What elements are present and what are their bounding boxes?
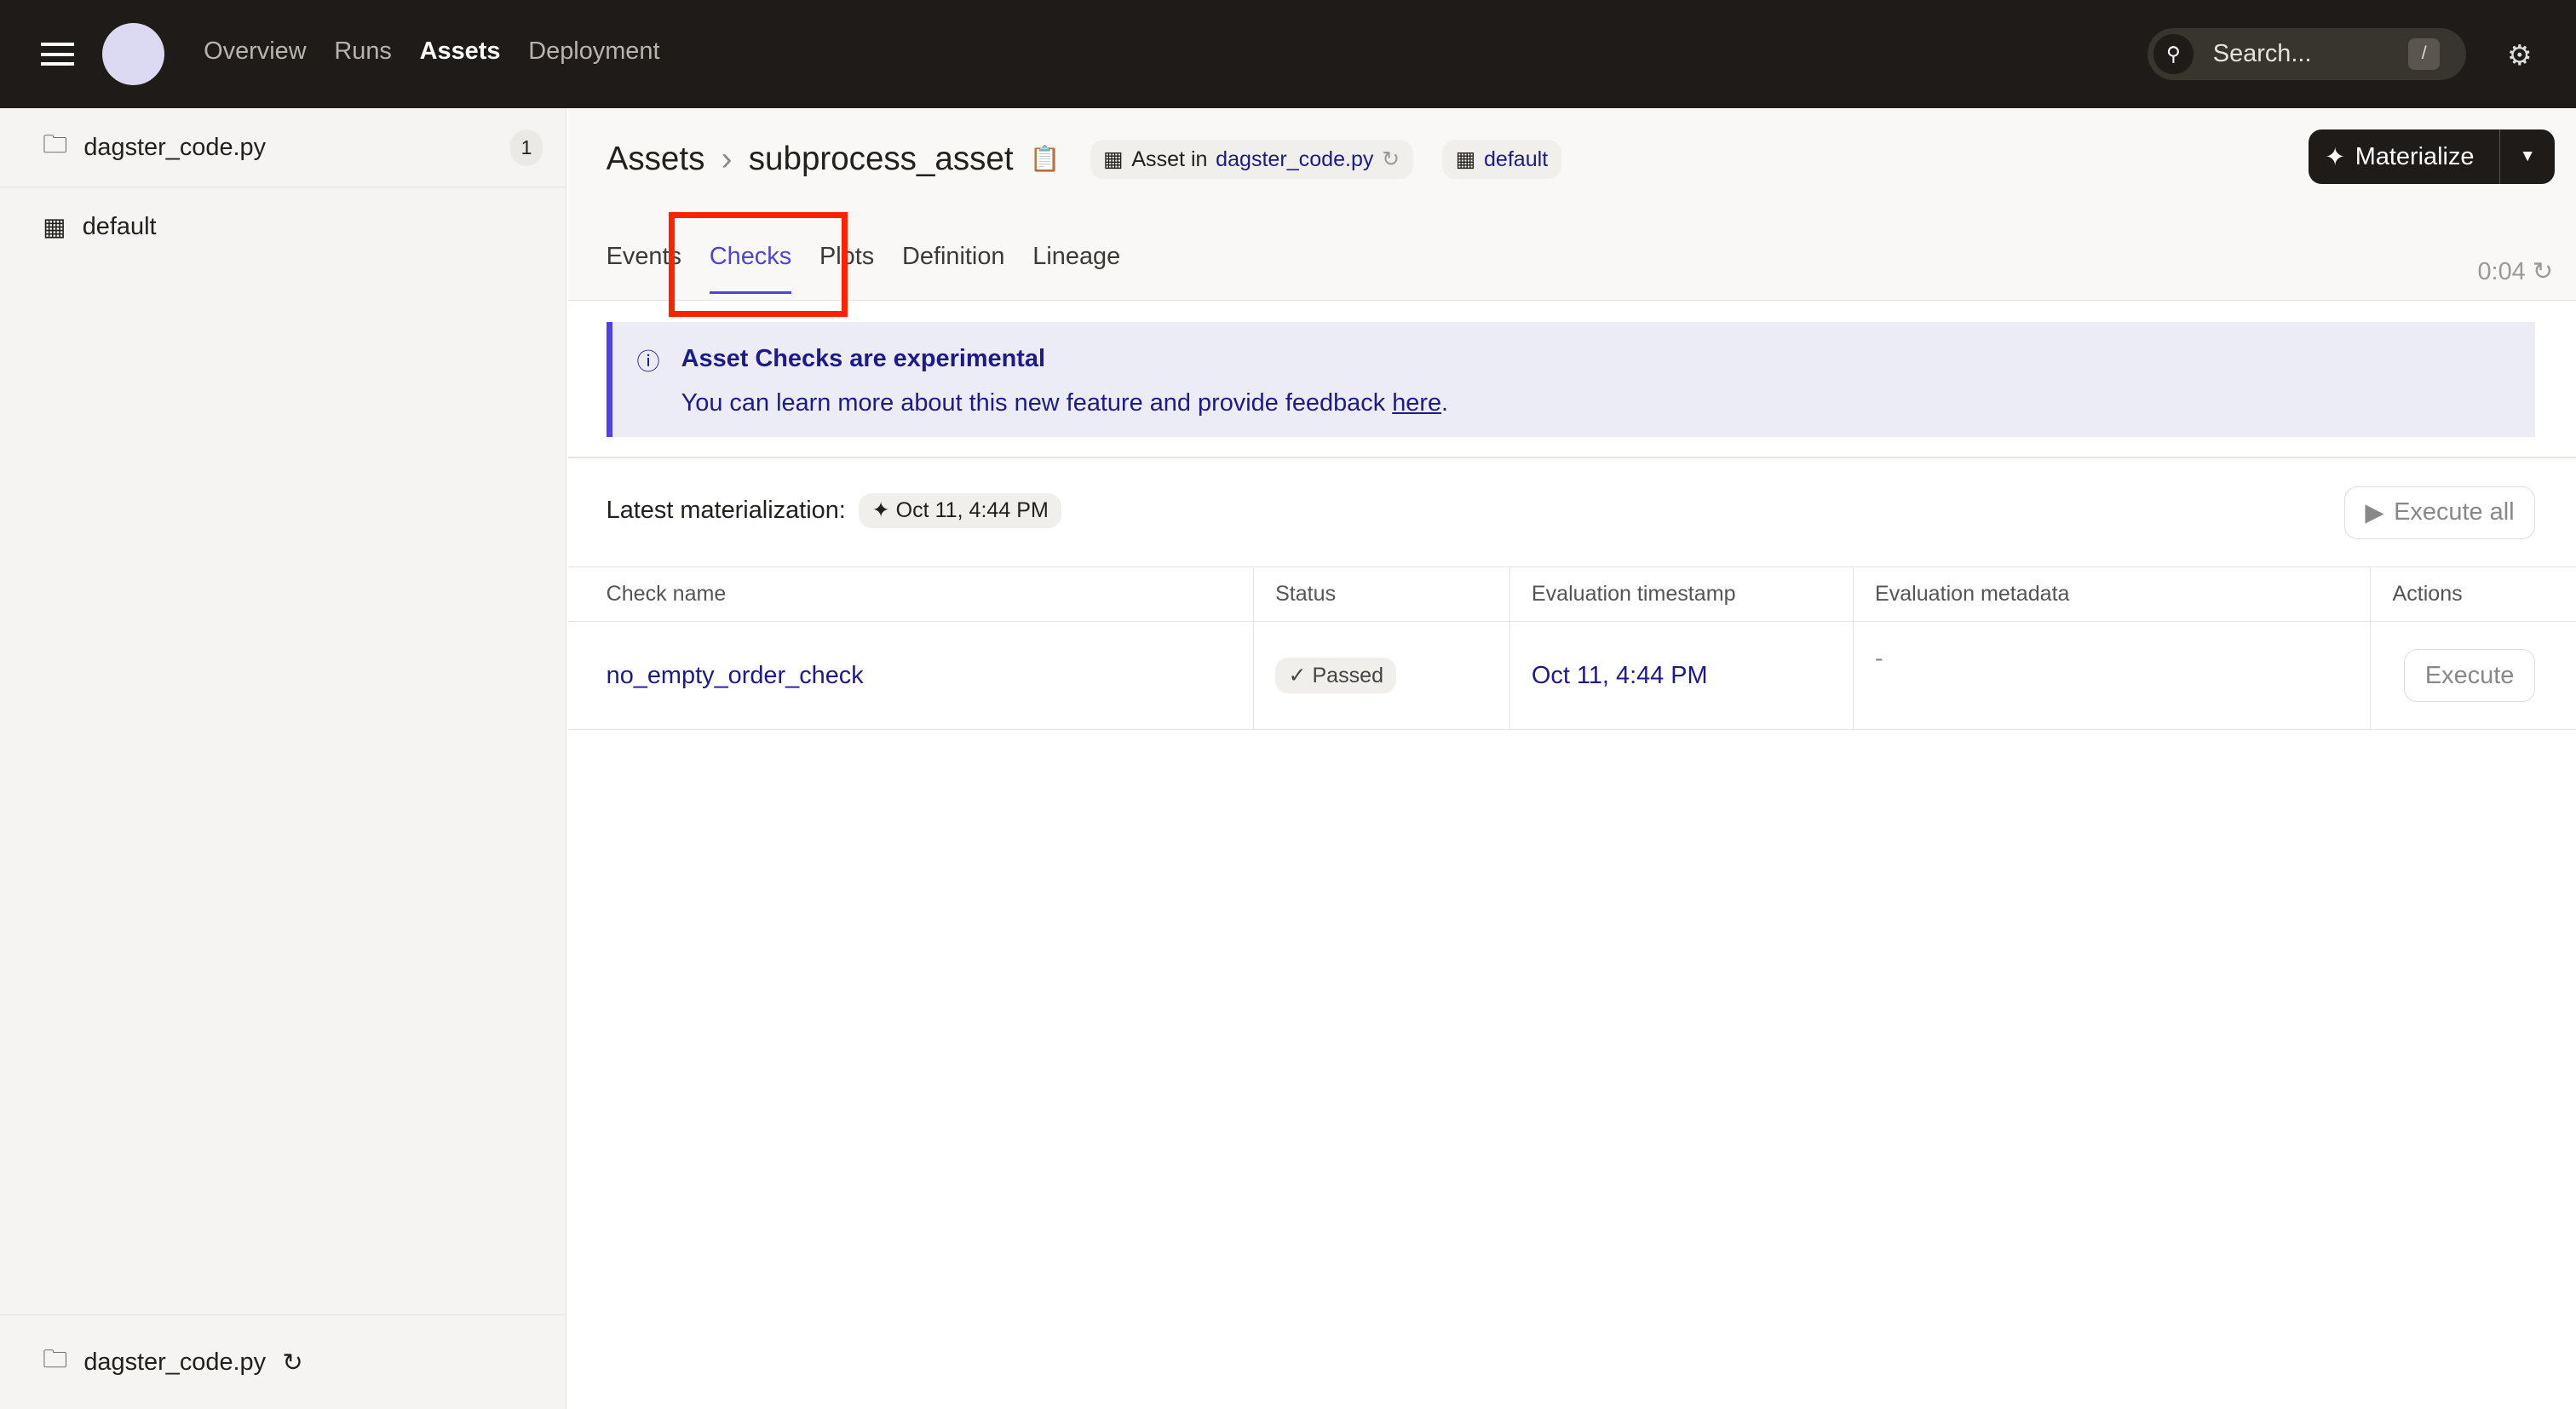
reload-icon[interactable]: ↻ — [1382, 147, 1400, 172]
tab-definition[interactable]: Definition — [902, 243, 1005, 293]
group-label: default — [82, 212, 157, 240]
nav-overview[interactable]: Overview — [204, 37, 306, 66]
dagster-logo[interactable] — [101, 23, 164, 86]
table-icon: ▦ — [1455, 147, 1476, 172]
asset-in-label: Asset in — [1131, 147, 1208, 171]
col-check-name: Check name — [568, 566, 1254, 622]
nav-deployment[interactable]: Deployment — [528, 37, 659, 66]
sparkle-icon: ✦ — [2324, 143, 2346, 171]
reload-icon[interactable]: ↻ — [282, 1348, 302, 1377]
check-name-link[interactable]: no_empty_order_check — [607, 662, 864, 689]
caret-down-icon[interactable]: ▼ — [2500, 147, 2555, 166]
footer-location[interactable]: dagster_code.py — [83, 1349, 266, 1377]
tab-lineage[interactable]: Lineage — [1032, 243, 1120, 293]
sidebar-footer: 🗀 dagster_code.py ↻ — [0, 1314, 567, 1409]
col-metadata: Evaluation metadata — [1852, 566, 2371, 622]
breadcrumb-assets[interactable]: Assets — [607, 141, 705, 178]
experimental-alert: ⓘ Asset Checks are experimental You can … — [606, 321, 2535, 437]
code-location-chip: ▦ Asset in dagster_code.py ↻ — [1090, 139, 1413, 180]
top-bar: Overview Runs Assets Deployment ⚲ Search… — [0, 0, 2576, 109]
play-icon: ▶ — [2365, 499, 2384, 527]
group-link[interactable]: default — [1484, 147, 1548, 172]
checks-table: Check name Status Evaluation timestamp E… — [568, 566, 2576, 731]
materialize-button[interactable]: ✦ Materialize ▼ — [2308, 129, 2555, 184]
nav-assets[interactable]: Assets — [420, 37, 501, 66]
sidebar-group-default[interactable]: ▦ default — [0, 187, 566, 267]
search-icon: ⚲ — [2153, 34, 2194, 74]
execute-all-button[interactable]: ▶ Execute all — [2344, 486, 2535, 539]
latest-label: Latest materialization: — [606, 496, 846, 524]
alert-text: You can learn more about this new featur… — [681, 389, 1448, 417]
search-input[interactable]: ⚲ Search... / — [2147, 27, 2466, 81]
copy-icon[interactable]: 📋 — [1030, 145, 1061, 174]
materialize-label: Materialize — [2355, 142, 2475, 170]
col-timestamp: Evaluation timestamp — [1509, 566, 1854, 622]
metadata-value: - — [1874, 645, 1883, 672]
feedback-link[interactable]: here — [1392, 389, 1441, 417]
folder-icon: 🗀 — [43, 130, 68, 158]
chevron-right-icon: › — [721, 141, 733, 178]
divider — [568, 457, 2576, 459]
asset-name: subprocess_asset — [748, 141, 1014, 178]
table-row: no_empty_order_check ✓ Passed Oct 11, 4:… — [568, 621, 2576, 731]
status-badge: ✓ Passed — [1275, 658, 1397, 693]
latest-materialization: Latest materialization: ✦ Oct 11, 4:44 P… — [606, 492, 1062, 529]
check-circle-icon: ✓ — [1288, 664, 1307, 688]
execute-all-label: Execute all — [2394, 498, 2515, 526]
alert-title: Asset Checks are experimental — [681, 344, 1046, 372]
alert-body: You can learn more about this new featur… — [681, 389, 1393, 417]
table-icon: ▦ — [43, 213, 66, 241]
col-actions: Actions — [2370, 566, 2576, 622]
breadcrumb: Assets › subprocess_asset 📋 ▦ Asset in d… — [607, 139, 1561, 180]
group-chip: ▦ default — [1442, 139, 1561, 180]
menu-icon[interactable] — [41, 43, 74, 66]
sidebar-code-location[interactable]: 🗀 dagster_code.py 1 — [0, 108, 566, 187]
search-placeholder: Search... — [2212, 40, 2312, 68]
refresh-icon[interactable]: ↻ — [2533, 258, 2553, 285]
code-location-link[interactable]: dagster_code.py — [1216, 147, 1373, 172]
gear-icon[interactable]: ⚙ — [2507, 39, 2532, 72]
main-content: Assets › subprocess_asset 📋 ▦ Asset in d… — [568, 108, 2576, 1409]
alert-suffix: . — [1441, 389, 1449, 417]
code-location-label: dagster_code.py — [83, 133, 267, 161]
timer-value: 0:04 — [2477, 257, 2526, 285]
count-badge: 1 — [509, 129, 543, 166]
search-shortcut: / — [2408, 38, 2440, 70]
asset-header: Assets › subprocess_asset 📋 ▦ Asset in d… — [568, 108, 2576, 318]
folder-icon: 🗀 — [43, 1345, 68, 1373]
col-status: Status — [1253, 566, 1510, 622]
highlight-box — [668, 211, 848, 318]
sidebar: 🗀 dagster_code.py 1 ▦ default 🗀 dagster_… — [0, 108, 567, 1409]
timestamp-link[interactable]: Oct 11, 4:44 PM — [1532, 662, 1708, 689]
nav-runs[interactable]: Runs — [334, 37, 391, 66]
status-text: Passed — [1312, 664, 1384, 688]
latest-timestamp[interactable]: ✦ Oct 11, 4:44 PM — [859, 492, 1062, 529]
sparkle-icon: ✦ — [871, 498, 890, 523]
latest-timestamp-text: Oct 11, 4:44 PM — [895, 498, 1049, 523]
table-icon: ▦ — [1103, 147, 1124, 172]
refresh-timer[interactable]: 0:04 ↻ — [2477, 256, 2553, 286]
top-nav: Overview Runs Assets Deployment — [204, 37, 659, 66]
execute-button[interactable]: Execute — [2403, 649, 2536, 702]
info-icon: ⓘ — [636, 349, 660, 376]
